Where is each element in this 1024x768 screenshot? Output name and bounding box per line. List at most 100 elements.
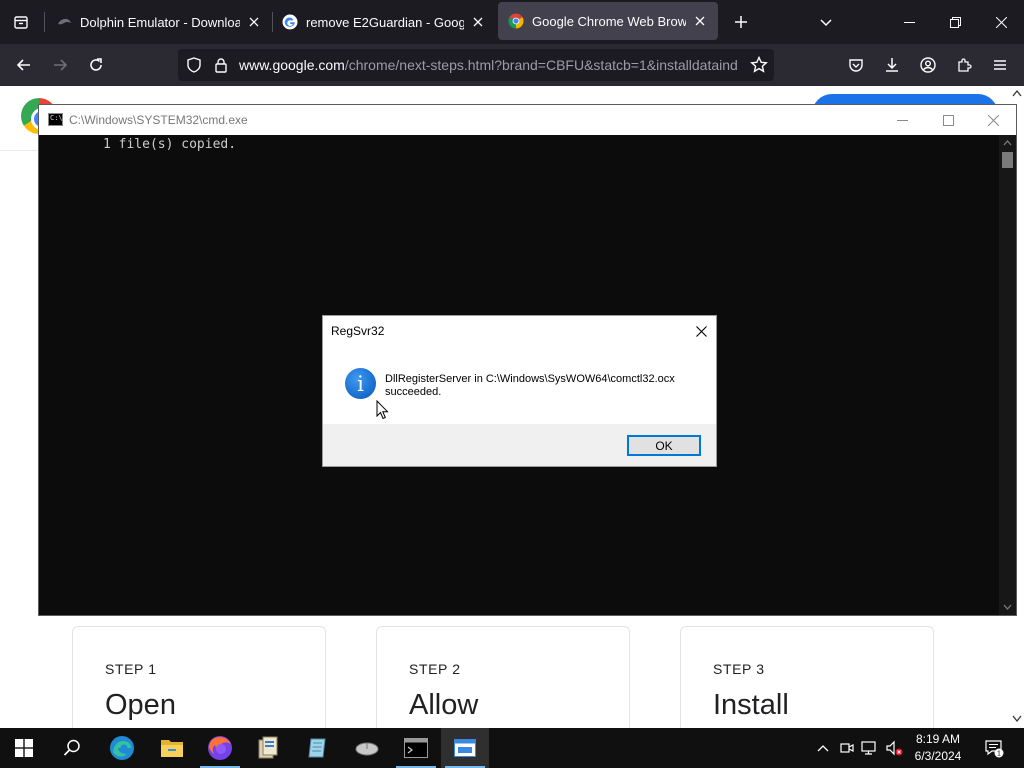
close-tab-icon[interactable] (246, 14, 262, 30)
search-button[interactable] (48, 728, 96, 768)
downloads-button[interactable] (876, 49, 908, 81)
step-label: STEP 3 (713, 661, 765, 677)
tab-list-icon (14, 16, 28, 29)
hamburger-icon (994, 60, 1006, 70)
tab-google-search[interactable]: remove E2Guardian - Google Se (272, 0, 496, 44)
ok-button[interactable]: OK (627, 435, 701, 456)
close-icon (987, 114, 999, 126)
tab-list-button[interactable] (0, 0, 42, 44)
dialog-close-button[interactable] (690, 320, 712, 342)
plus-icon (735, 16, 747, 28)
notification-count: 1 (997, 751, 1001, 758)
info-icon: i (345, 368, 376, 399)
folder-icon (161, 740, 183, 757)
action-center-button[interactable]: 1 (978, 728, 1010, 768)
dialog-title: RegSvr32 (331, 324, 385, 338)
lock-icon[interactable] (213, 57, 229, 73)
url-path: /chrome/next-steps.html?brand=CBFU&statc… (344, 57, 739, 73)
tab-google-chrome[interactable]: Google Chrome Web Browser (498, 2, 718, 40)
scroll-down-icon[interactable] (999, 599, 1016, 615)
start-button[interactable] (0, 728, 48, 768)
step-title: Open (105, 689, 176, 721)
restore-icon (949, 16, 961, 28)
pocket-button[interactable] (840, 49, 872, 81)
cmd-close-button[interactable] (970, 105, 1016, 135)
tray-volume-muted[interactable] (884, 728, 904, 768)
taskbar-edge[interactable] (98, 728, 146, 768)
taskbar-file-explorer[interactable] (148, 728, 196, 768)
taskbar-cmd[interactable] (392, 728, 440, 768)
account-button[interactable] (912, 49, 944, 81)
browser-tab-bar: Dolphin Emulator - Download remove E2Gua… (0, 0, 1024, 44)
list-all-tabs-button[interactable] (812, 8, 840, 36)
account-icon (920, 57, 936, 73)
cmd-minimize-button[interactable] (879, 105, 925, 135)
pocket-icon (849, 59, 863, 72)
download-icon (886, 58, 898, 72)
step-label: STEP 1 (105, 661, 157, 677)
url-host: www.google.com (239, 57, 345, 73)
arrow-left-icon (16, 59, 30, 71)
cmd-maximize-button[interactable] (925, 105, 971, 135)
bookmark-star-icon[interactable] (750, 56, 768, 74)
reload-button[interactable] (80, 49, 112, 81)
tab-dolphin[interactable]: Dolphin Emulator - Download (46, 0, 272, 44)
cmd-title-bar[interactable]: C:\Windows\SYSTEM32\cmd.exe (39, 105, 1016, 135)
scroll-thumb[interactable] (1002, 152, 1013, 168)
menu-button[interactable] (984, 49, 1016, 81)
windows-logo-icon (15, 739, 33, 757)
tab-title: remove E2Guardian - Google Se (306, 14, 464, 30)
cmd-scrollbar[interactable] (999, 135, 1016, 615)
clock-date: 6/3/2024 (914, 749, 962, 763)
dialog-message-line-2: succeeded. (385, 386, 442, 398)
taskbar-notepad-app[interactable] (294, 728, 342, 768)
registry-icon (258, 736, 278, 759)
reload-icon (90, 58, 102, 71)
step-label: STEP 2 (409, 661, 461, 677)
step-title: Allow (409, 689, 479, 721)
close-icon (695, 325, 707, 337)
google-g-icon (282, 14, 298, 30)
tab-title: Google Chrome Web Browser (532, 13, 686, 29)
system-clock[interactable]: 8:19 AM 6/3/2024 (903, 731, 973, 765)
regsvr32-dialog[interactable]: RegSvr32 i DllRegisterServer in C:\Windo… (322, 315, 717, 467)
show-hidden-icons-button[interactable] (814, 728, 832, 768)
chevron-down-icon (820, 19, 832, 27)
puzzle-icon (958, 58, 972, 72)
restore-button[interactable] (932, 0, 978, 44)
mouse-cursor-icon (376, 400, 390, 420)
step-title: Install (713, 689, 789, 721)
new-tab-button[interactable] (727, 8, 755, 36)
taskbar-mouse-app[interactable] (343, 728, 391, 768)
tracking-protection-icon[interactable] (186, 57, 202, 73)
tab-title: Dolphin Emulator - Download (80, 14, 240, 30)
terminal-icon (404, 738, 428, 758)
scroll-up-icon[interactable] (999, 135, 1016, 151)
cmd-icon (48, 113, 63, 126)
network-icon (861, 741, 876, 755)
volume-muted-icon (886, 740, 903, 756)
close-tab-icon[interactable] (470, 14, 486, 30)
taskbar-active-window[interactable] (441, 728, 489, 768)
edge-icon (110, 736, 134, 760)
close-icon (995, 16, 1007, 28)
chevron-up-icon (817, 745, 829, 752)
forward-button[interactable] (44, 49, 76, 81)
step-card-2: STEP 2 Allow (376, 626, 630, 728)
navigation-toolbar: www.google.com/chrome/next-steps.html?br… (0, 44, 1024, 86)
chrome-icon (508, 13, 524, 29)
firefox-icon (208, 736, 232, 760)
back-button[interactable] (8, 49, 40, 81)
taskbar-firefox[interactable] (196, 728, 244, 768)
close-window-button[interactable] (978, 0, 1024, 44)
url-text[interactable]: www.google.com/chrome/next-steps.html?br… (239, 57, 739, 75)
taskbar-registry-app[interactable] (244, 728, 292, 768)
step-card-1: STEP 1 Open (72, 626, 326, 728)
tray-network[interactable] (860, 728, 880, 768)
close-tab-icon[interactable] (692, 13, 708, 29)
extensions-button[interactable] (948, 49, 980, 81)
address-bar[interactable]: www.google.com/chrome/next-steps.html?br… (178, 49, 774, 81)
minimize-button[interactable] (886, 0, 932, 44)
tray-meet-now[interactable] (838, 728, 856, 768)
notepad-icon (308, 738, 326, 758)
